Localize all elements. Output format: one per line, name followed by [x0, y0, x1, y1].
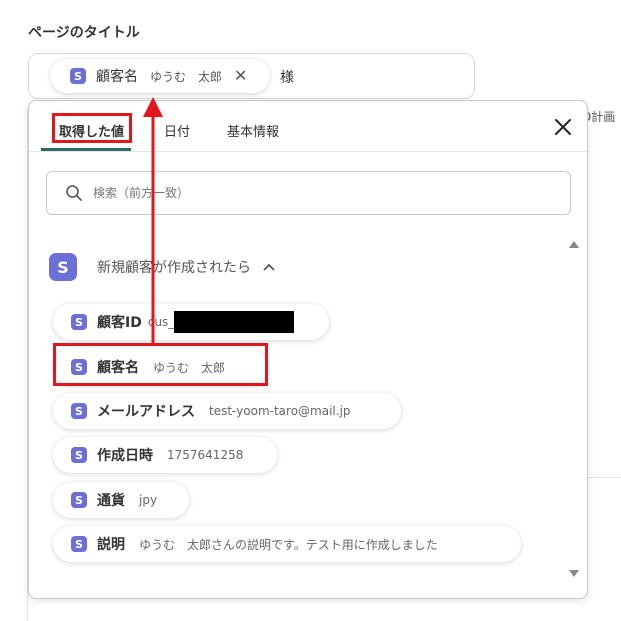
list-item-customer-id[interactable]: S 顧客ID cus_ — [53, 304, 329, 340]
tab-divider — [29, 151, 587, 152]
remove-chip-icon[interactable]: ✕ — [234, 68, 247, 84]
list-item-currency[interactable]: S 通貨 jpy — [53, 482, 189, 518]
item-value: cus_ — [147, 315, 175, 329]
item-value: test-yoom-taro@mail.jp — [209, 404, 351, 418]
list-item-customer-name[interactable]: S 顧客名 ゆうむ 太郎 — [53, 349, 267, 385]
search-box[interactable] — [46, 171, 571, 215]
chip-value: ゆうむ 太郎 — [150, 69, 223, 84]
stripe-icon: S — [71, 492, 87, 508]
item-name: 作成日時 — [97, 448, 153, 464]
search-input[interactable] — [91, 185, 535, 201]
scroll-up-icon[interactable] — [568, 239, 580, 249]
page-title-label: ページのタイトル — [28, 25, 140, 41]
stripe-icon: S — [70, 68, 86, 84]
tab-acquired-values[interactable]: 取得した値 — [59, 121, 124, 140]
search-icon — [66, 185, 82, 201]
stripe-icon: S — [71, 536, 87, 552]
item-value: 1757641258 — [167, 448, 244, 462]
item-value: jpy — [139, 493, 158, 507]
stripe-icon: S — [71, 359, 87, 375]
variable-picker-popup: 取得した値 日付 基本情報 S 新規顧客が作成されたら S 顧客ID cus_ … — [28, 100, 588, 599]
stripe-icon: S — [49, 253, 77, 281]
stripe-icon: S — [71, 447, 87, 463]
redacted-block — [174, 311, 295, 333]
stripe-icon: S — [71, 403, 87, 419]
item-name: メールアドレス — [97, 404, 195, 420]
item-name: 説明 — [97, 537, 125, 553]
list-item-description[interactable]: S 説明 ゆうむ 太郎さんの説明です。テスト用に作成しました — [53, 526, 521, 562]
item-name: 顧客名 — [97, 360, 139, 376]
trigger-section-header[interactable]: S 新規顧客が作成されたら — [49, 253, 275, 281]
list-item-created-at[interactable]: S 作成日時 1757641258 — [53, 437, 277, 473]
close-icon[interactable] — [553, 117, 573, 137]
chevron-up-icon — [263, 263, 275, 271]
title-variable-chip[interactable]: S 顧客名 ゆうむ 太郎 ✕ — [50, 59, 270, 93]
tab-date[interactable]: 日付 — [164, 121, 190, 140]
scroll-down-icon[interactable] — [568, 569, 580, 579]
stripe-icon: S — [71, 314, 87, 330]
tab-basic-info[interactable]: 基本情報 — [227, 121, 279, 140]
item-name: 顧客ID — [97, 315, 142, 331]
background-divider — [588, 477, 621, 478]
chip-name: 顧客名 — [96, 69, 138, 85]
item-value: ゆうむ 太郎さんの説明です。テスト用に作成しました — [139, 537, 438, 552]
item-name: 通貨 — [97, 493, 125, 509]
section-title: 新規顧客が作成されたら — [97, 260, 251, 276]
list-item-email[interactable]: S メールアドレス test-yoom-taro@mail.jp — [53, 393, 401, 429]
title-suffix-text: 様 — [280, 70, 294, 86]
item-value: ゆうむ 太郎 — [153, 360, 226, 375]
